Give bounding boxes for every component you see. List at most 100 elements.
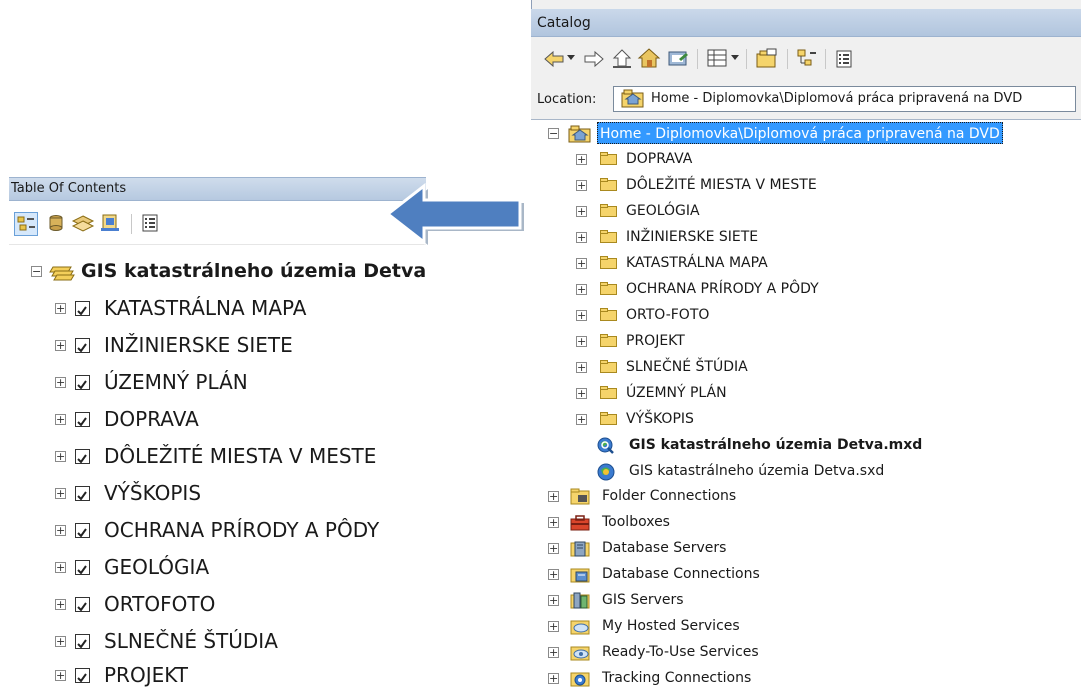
expand-icon[interactable]: + xyxy=(548,595,559,606)
layer-checkbox[interactable] xyxy=(75,338,90,353)
expand-icon[interactable]: + xyxy=(55,525,66,536)
layer-checkbox[interactable] xyxy=(75,634,90,649)
catalog-folder-label: KATASTRÁLNA MAPA xyxy=(626,255,768,271)
expand-icon[interactable]: + xyxy=(576,180,587,191)
catalog-connection-row[interactable]: + Database Servers xyxy=(548,535,1078,561)
expand-icon[interactable]: + xyxy=(548,673,559,684)
list-by-source-button[interactable] xyxy=(45,212,69,236)
catalog-connection-row[interactable]: + Database Connections xyxy=(548,561,1078,587)
expand-icon[interactable]: + xyxy=(55,636,66,647)
catalog-folder-row[interactable]: + VÝŠKOPIS xyxy=(576,406,1076,432)
dropdown-arrow-icon[interactable] xyxy=(566,54,576,62)
expand-icon[interactable]: + xyxy=(55,670,66,681)
expand-icon[interactable]: + xyxy=(576,258,587,269)
catalog-folder-row[interactable]: + KATASTRÁLNA MAPA xyxy=(576,250,1076,276)
expand-icon[interactable]: + xyxy=(576,310,587,321)
expand-icon[interactable]: + xyxy=(55,340,66,351)
catalog-connection-label: Folder Connections xyxy=(602,488,737,504)
layer-checkbox[interactable] xyxy=(75,668,90,683)
toc-layer-row[interactable]: + ÚZEMNÝ PLÁN xyxy=(47,367,447,397)
catalog-folder-row[interactable]: + DÔLEŽITÉ MIESTA V MESTE xyxy=(576,172,1076,198)
toc-layer-row[interactable]: + INŽINIERSKE SIETE xyxy=(47,330,447,360)
expand-icon[interactable]: + xyxy=(576,336,587,347)
expand-icon[interactable]: + xyxy=(576,206,587,217)
expand-icon[interactable]: + xyxy=(576,154,587,165)
expand-icon[interactable]: + xyxy=(576,414,587,425)
layer-checkbox[interactable] xyxy=(75,486,90,501)
toc-layer-row[interactable]: + SLNEČNÉ ŠTÚDIA xyxy=(47,626,447,656)
expand-icon[interactable]: + xyxy=(55,377,66,388)
expand-icon[interactable]: + xyxy=(55,599,66,610)
expand-icon[interactable]: + xyxy=(576,388,587,399)
back-arrow-icon[interactable] xyxy=(543,49,565,69)
catalog-folder-row[interactable]: + ÚZEMNÝ PLÁN xyxy=(576,380,1076,406)
expand-icon[interactable]: + xyxy=(548,543,559,554)
database-icon xyxy=(49,215,63,231)
collapse-icon[interactable]: − xyxy=(548,128,559,139)
catalog-connection-row[interactable]: + Folder Connections xyxy=(548,483,1078,509)
catalog-connection-row[interactable]: + Ready-To-Use Services xyxy=(548,639,1078,665)
layer-checkbox[interactable] xyxy=(75,375,90,390)
list-by-selection-button[interactable] xyxy=(99,212,123,236)
connect-to-folder-icon[interactable] xyxy=(666,47,690,69)
expand-icon[interactable]: + xyxy=(548,621,559,632)
expand-icon[interactable]: + xyxy=(55,303,66,314)
toc-layer-row[interactable]: + KATASTRÁLNA MAPA xyxy=(47,293,447,323)
up-one-level-icon[interactable] xyxy=(611,48,633,70)
toc-layer-row[interactable]: + DÔLEŽITÉ MIESTA V MESTE xyxy=(47,441,447,471)
expand-icon[interactable]: + xyxy=(55,451,66,462)
folder-icon xyxy=(600,282,617,295)
expand-icon[interactable]: + xyxy=(548,647,559,658)
toc-layer-row[interactable]: + DOPRAVA xyxy=(47,404,447,434)
layer-checkbox[interactable] xyxy=(75,449,90,464)
layer-checkbox[interactable] xyxy=(75,560,90,575)
options-button[interactable] xyxy=(139,212,163,236)
toggle-contents-panel-icon[interactable] xyxy=(796,48,818,70)
forward-arrow-icon[interactable] xyxy=(583,49,605,69)
catalog-folder-row[interactable]: + GEOLÓGIA xyxy=(576,198,1076,224)
catalog-folder-row[interactable]: + ORTO-FOTO xyxy=(576,302,1076,328)
catalog-file-row[interactable]: GIS katastrálneho územia Detva.mxd xyxy=(596,432,1076,458)
launch-arccatalog-icon[interactable] xyxy=(755,47,779,69)
expand-icon[interactable]: + xyxy=(576,232,587,243)
toc-layer-row[interactable]: + GEOLÓGIA xyxy=(47,552,447,582)
toc-root-label: GIS katastrálneho územia Detva xyxy=(81,260,427,282)
collapse-icon[interactable]: − xyxy=(31,266,42,277)
expand-icon[interactable]: + xyxy=(55,414,66,425)
catalog-folder-row[interactable]: + SLNEČNÉ ŠTÚDIA xyxy=(576,354,1076,380)
catalog-root-row[interactable]: − Home - Diplomovka\Diplomová práca prip… xyxy=(548,120,1078,146)
list-by-visibility-button[interactable] xyxy=(71,212,95,236)
catalog-connection-row[interactable]: + Toolboxes xyxy=(548,509,1078,535)
list-by-drawing-order-button[interactable] xyxy=(14,212,38,236)
toc-layer-row[interactable]: + VÝŠKOPIS xyxy=(47,478,447,508)
layer-checkbox[interactable] xyxy=(75,597,90,612)
toc-layer-label: GEOLÓGIA xyxy=(104,555,210,579)
layer-checkbox[interactable] xyxy=(75,301,90,316)
layer-checkbox[interactable] xyxy=(75,412,90,427)
expand-icon[interactable]: + xyxy=(548,517,559,528)
catalog-connection-row[interactable]: + GIS Servers xyxy=(548,587,1078,613)
expand-icon[interactable]: + xyxy=(55,488,66,499)
catalog-connection-row[interactable]: + My Hosted Services xyxy=(548,613,1078,639)
catalog-folder-label: VÝŠKOPIS xyxy=(626,411,694,427)
expand-icon[interactable]: + xyxy=(576,362,587,373)
catalog-folder-row[interactable]: + PROJEKT xyxy=(576,328,1076,354)
catalog-folder-row[interactable]: + OCHRANA PRÍRODY A PÔDY xyxy=(576,276,1076,302)
expand-icon[interactable]: + xyxy=(55,562,66,573)
toc-layer-row[interactable]: + PROJEKT xyxy=(47,660,447,690)
view-options-icon[interactable] xyxy=(706,48,728,68)
dropdown-arrow-icon[interactable] xyxy=(730,54,740,62)
catalog-file-row[interactable]: GIS katastrálneho územia Detva.sxd xyxy=(596,458,1076,484)
home-icon[interactable] xyxy=(637,47,661,69)
expand-icon[interactable]: + xyxy=(548,491,559,502)
catalog-connection-row[interactable]: + Tracking Connections xyxy=(548,665,1078,691)
toc-root-row[interactable]: − GIS katastrálneho územia Detva xyxy=(27,256,447,286)
layer-checkbox[interactable] xyxy=(75,523,90,538)
expand-icon[interactable]: + xyxy=(548,569,559,580)
toc-layer-row[interactable]: + ORTOFOTO xyxy=(47,589,447,619)
options-icon[interactable] xyxy=(833,48,855,70)
catalog-folder-row[interactable]: + DOPRAVA xyxy=(576,146,1076,172)
toc-layer-row[interactable]: + OCHRANA PRÍRODY A PÔDY xyxy=(47,515,447,545)
catalog-folder-row[interactable]: + INŽINIERSKE SIETE xyxy=(576,224,1076,250)
expand-icon[interactable]: + xyxy=(576,284,587,295)
